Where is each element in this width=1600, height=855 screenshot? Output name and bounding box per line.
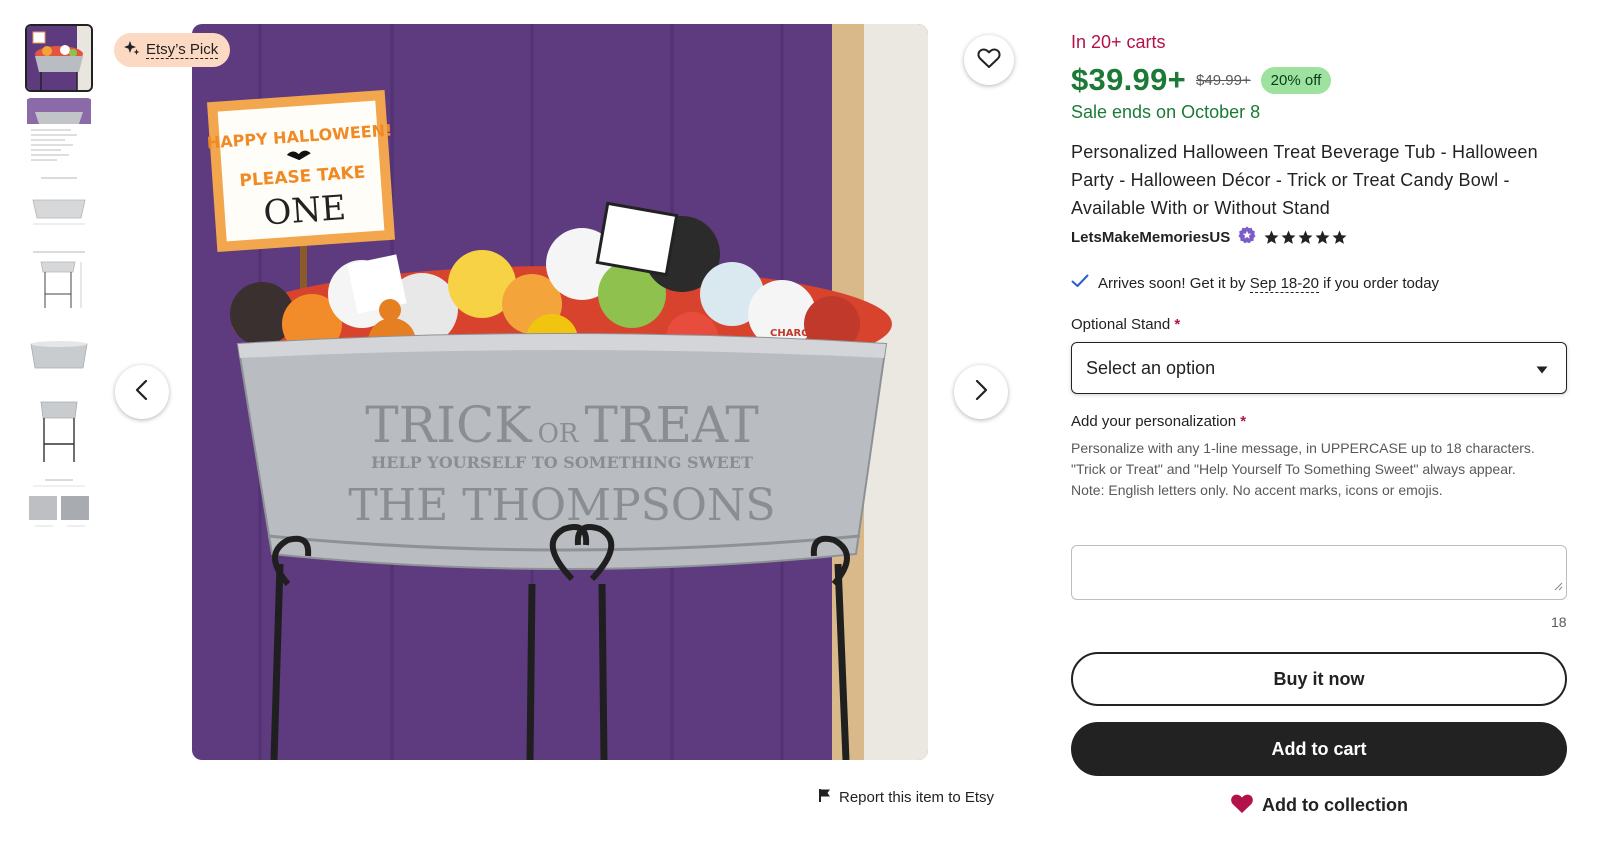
product-photo: HAPPY HALLOWEEN! PLEASE TAKE ONE CHARGE … — [192, 24, 928, 760]
add-to-cart-button[interactable]: Add to cart — [1071, 722, 1567, 776]
star-icon — [1298, 230, 1313, 244]
instructions-line: "Trick or Treat" and "Help Yourself To S… — [1071, 461, 1516, 477]
thumbnail-4-image — [27, 248, 91, 318]
product-main-image: HAPPY HALLOWEEN! PLEASE TAKE ONE CHARGE … — [192, 24, 928, 760]
favorite-button[interactable] — [964, 35, 1014, 85]
thumbnail-5-image — [27, 328, 91, 388]
thumbnail-3[interactable] — [25, 172, 93, 240]
svg-text:THE THOMPSONS: THE THOMPSONS — [348, 480, 775, 531]
etsys-pick-label[interactable]: Etsy’s Pick — [146, 41, 219, 59]
sale-ends-text: Sale ends on October 8 — [1071, 102, 1261, 122]
optional-stand-select[interactable]: Select an option — [1071, 342, 1567, 394]
required-asterisk: * — [1240, 413, 1247, 430]
arrives-prefix: Arrives soon! Get it by — [1098, 274, 1246, 292]
checkmark-icon — [1071, 274, 1089, 292]
tub: TRICK OR TREAT HELP YOURSELF TO SOMETHING … — [236, 333, 888, 586]
previous-image-button[interactable] — [115, 365, 169, 419]
flag-icon — [818, 788, 831, 807]
report-item-label: Report this item to Etsy — [839, 789, 995, 806]
sign: HAPPY HALLOWEEN! PLEASE TAKE ONE — [206, 89, 396, 253]
shop-name-link[interactable]: LetsMakeMemoriesUS — [1071, 229, 1230, 246]
buy-it-now-button[interactable]: Buy it now — [1071, 652, 1567, 706]
heart-filled-icon — [1230, 792, 1254, 819]
instructions-line: Note: English letters only. No accent ma… — [1071, 482, 1443, 498]
original-price: $49.99+ — [1196, 71, 1251, 89]
thumbnail-1-image — [27, 26, 91, 90]
thumbnail-7-image — [27, 474, 91, 546]
next-image-button[interactable] — [954, 365, 1008, 419]
etsys-pick-badge: Etsy’s Pick — [114, 33, 231, 67]
rating-stars[interactable] — [1264, 230, 1347, 245]
add-to-collection-button[interactable]: Add to collection — [1071, 792, 1567, 819]
arrives-date[interactable]: Sep 18-20 — [1249, 274, 1319, 293]
instructions-line: Personalize with any 1-line message, in … — [1071, 440, 1535, 456]
optional-stand-label: Optional Stand * — [1071, 316, 1180, 333]
chevron-right-icon — [973, 379, 989, 406]
price-row: $39.99+ $49.99+ 20% off — [1071, 62, 1332, 98]
heart-outline-icon — [977, 47, 1001, 74]
star-seller-icon — [1238, 226, 1256, 248]
add-to-collection-label: Add to collection — [1262, 795, 1408, 815]
svg-text:CHARGE: CHARGE — [770, 328, 816, 339]
caret-down-icon — [1536, 358, 1548, 379]
thumbnail-3-image — [27, 172, 91, 240]
thumbnail-1[interactable] — [25, 24, 93, 92]
shop-info: LetsMakeMemoriesUS — [1071, 226, 1347, 248]
svg-text:HELP YOURSELF TO SOMETHING SWE: HELP YOURSELF TO SOMETHING SWEET — [371, 453, 753, 472]
sparkle-icon — [124, 40, 140, 60]
personalization-instructions: Personalize with any 1-line message, in … — [1071, 438, 1551, 501]
star-icon — [1281, 230, 1296, 244]
thumbnail-6[interactable] — [25, 394, 93, 466]
required-asterisk: * — [1174, 316, 1181, 333]
resize-handle-icon[interactable] — [1554, 578, 1563, 596]
personalization-label-text: Add your personalization — [1071, 413, 1237, 430]
report-item-link[interactable]: Report this item to Etsy — [818, 788, 994, 807]
character-counter: 18 — [1551, 614, 1567, 630]
thumbnail-4[interactable] — [25, 248, 93, 318]
chevron-left-icon — [134, 379, 150, 406]
select-value: Select an option — [1086, 357, 1216, 378]
delivery-estimate: Arrives soon! Get it by Sep 18-20 if you… — [1071, 274, 1440, 293]
star-icon — [1264, 230, 1279, 244]
sale-price: $39.99+ — [1071, 62, 1187, 97]
arrives-suffix: if you order today — [1323, 274, 1440, 292]
optional-stand-label-text: Optional Stand — [1071, 316, 1171, 333]
thumbnail-5[interactable] — [25, 328, 93, 388]
discount-badge: 20% off — [1260, 66, 1332, 94]
in-carts-notice: In 20+ carts — [1071, 32, 1166, 52]
product-title: Personalized Halloween Treat Beverage Tu… — [1071, 142, 1538, 218]
personalization-label: Add your personalization * — [1071, 413, 1246, 430]
star-icon — [1315, 230, 1330, 244]
thumbnail-6-image — [27, 394, 91, 466]
thumbnail-2-image — [27, 98, 91, 164]
thumbnail-2[interactable] — [25, 98, 93, 164]
star-icon — [1332, 230, 1347, 244]
thumbnail-7[interactable] — [25, 474, 93, 546]
svg-text:ONE: ONE — [262, 188, 347, 234]
personalization-input[interactable] — [1071, 545, 1567, 600]
